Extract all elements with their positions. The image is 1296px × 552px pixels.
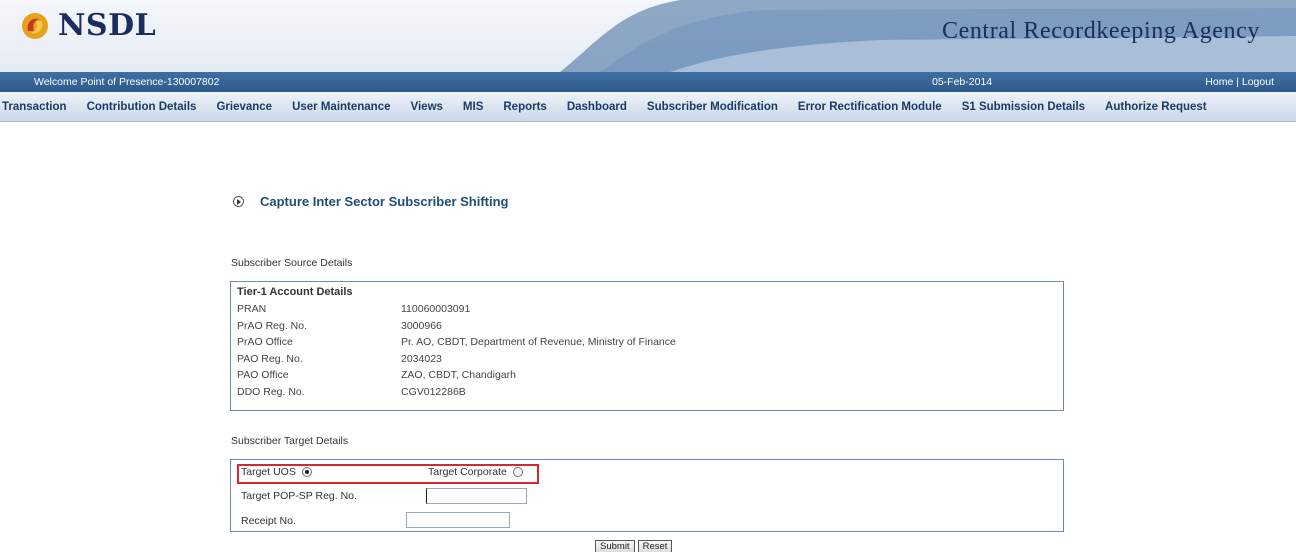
nsdl-logo[interactable]: NSDL: [20, 8, 156, 43]
welcome-text: Welcome Point of Presence-130007802: [34, 76, 220, 88]
target-section-label: Subscriber Target Details: [231, 435, 349, 447]
detail-value: ZAO, CBDT, Chandigarh: [401, 369, 516, 382]
detail-label: PrAO Office: [237, 336, 293, 349]
menu-item-contribution-details[interactable]: Contribution Details: [77, 101, 207, 113]
menu-item-mis[interactable]: MIS: [453, 101, 493, 113]
link-separator: |: [1233, 76, 1242, 88]
detail-label: PAO Reg. No.: [237, 352, 303, 365]
detail-row-prao-reg: PrAO Reg. No. 3000966: [237, 318, 1063, 335]
menu-item-dashboard[interactable]: Dashboard: [557, 101, 637, 113]
menu-item-subscriber-modification[interactable]: Subscriber Modification: [637, 101, 788, 113]
target-uos-radio[interactable]: [301, 467, 312, 477]
detail-row-ddo-reg: DDO Reg. No. CGV012286B: [237, 384, 1063, 401]
target-uos-label: Target UOS: [241, 466, 296, 478]
menu-item-grievance[interactable]: Grievance: [206, 101, 282, 113]
detail-label: PrAO Reg. No.: [237, 319, 308, 332]
pop-sp-label: Target POP-SP Reg. No.: [241, 490, 357, 502]
home-link[interactable]: Home: [1205, 76, 1233, 88]
tier1-account-title: Tier-1 Account Details: [237, 286, 353, 298]
menu-item-error-rectification[interactable]: Error Rectification Module: [788, 101, 952, 113]
main-menu: Transaction Contribution Details Grievan…: [0, 92, 1296, 122]
detail-value: Pr. AO, CBDT, Department of Revenue, Min…: [401, 336, 676, 349]
page-title-text: Capture Inter Sector Subscriber Shifting: [260, 194, 509, 209]
detail-row-pao-reg: PAO Reg. No. 2034023: [237, 351, 1063, 368]
detail-value: 110060003091: [401, 303, 471, 316]
menu-item-user-maintenance[interactable]: User Maintenance: [282, 101, 400, 113]
detail-label: PRAN: [237, 303, 267, 316]
play-circle-icon: [233, 196, 244, 207]
source-details-box: Tier-1 Account Details PRAN 110060003091…: [230, 281, 1064, 411]
detail-row-pao-office: PAO Office ZAO, CBDT, Chandigarh: [237, 367, 1063, 384]
target-corporate-label: Target Corporate: [428, 466, 507, 478]
page-title: Capture Inter Sector Subscriber Shifting: [233, 194, 509, 209]
detail-value: CGV012286B: [401, 385, 466, 398]
welcome-bar: Welcome Point of Presence-130007802 05-F…: [0, 72, 1296, 92]
reset-button[interactable]: Reset: [637, 540, 673, 552]
pop-sp-reg-input[interactable]: [426, 488, 527, 504]
target-uos-option[interactable]: Target UOS: [241, 466, 312, 478]
form-buttons: Submit Reset: [595, 540, 673, 552]
target-corporate-option[interactable]: Target Corporate: [428, 466, 523, 478]
agency-title: Central Recordkeeping Agency: [941, 18, 1260, 44]
logo-text: NSDL: [58, 8, 157, 43]
detail-row-prao-office: PrAO Office Pr. AO, CBDT, Department of …: [237, 334, 1063, 351]
detail-row-pran: PRAN 110060003091: [237, 301, 1063, 318]
header-banner: NSDL Central Recordkeeping Agency: [0, 0, 1296, 72]
header-links: Home | Logout: [1205, 76, 1274, 88]
current-date: 05-Feb-2014: [932, 76, 993, 88]
detail-value: 2034023: [401, 352, 442, 365]
logout-link[interactable]: Logout: [1242, 76, 1274, 88]
source-section-label: Subscriber Source Details: [231, 257, 353, 269]
menu-item-reports[interactable]: Reports: [493, 101, 556, 113]
target-corporate-radio[interactable]: [512, 467, 523, 477]
nsdl-logo-icon: [22, 12, 48, 39]
target-details-box: Target UOS Target Corporate Target POP-S…: [230, 459, 1064, 532]
menu-item-authorize-request[interactable]: Authorize Request: [1095, 101, 1217, 113]
detail-label: PAO Office: [237, 369, 289, 382]
receipt-no-input[interactable]: [406, 512, 510, 528]
menu-item-s1-submission[interactable]: S1 Submission Details: [952, 101, 1095, 113]
receipt-no-label: Receipt No.: [241, 515, 296, 527]
submit-button[interactable]: Submit: [595, 540, 635, 552]
menu-item-transaction[interactable]: Transaction: [0, 101, 77, 113]
detail-value: 3000966: [401, 319, 442, 332]
menu-item-views[interactable]: Views: [401, 101, 453, 113]
detail-label: DDO Reg. No.: [237, 385, 305, 398]
